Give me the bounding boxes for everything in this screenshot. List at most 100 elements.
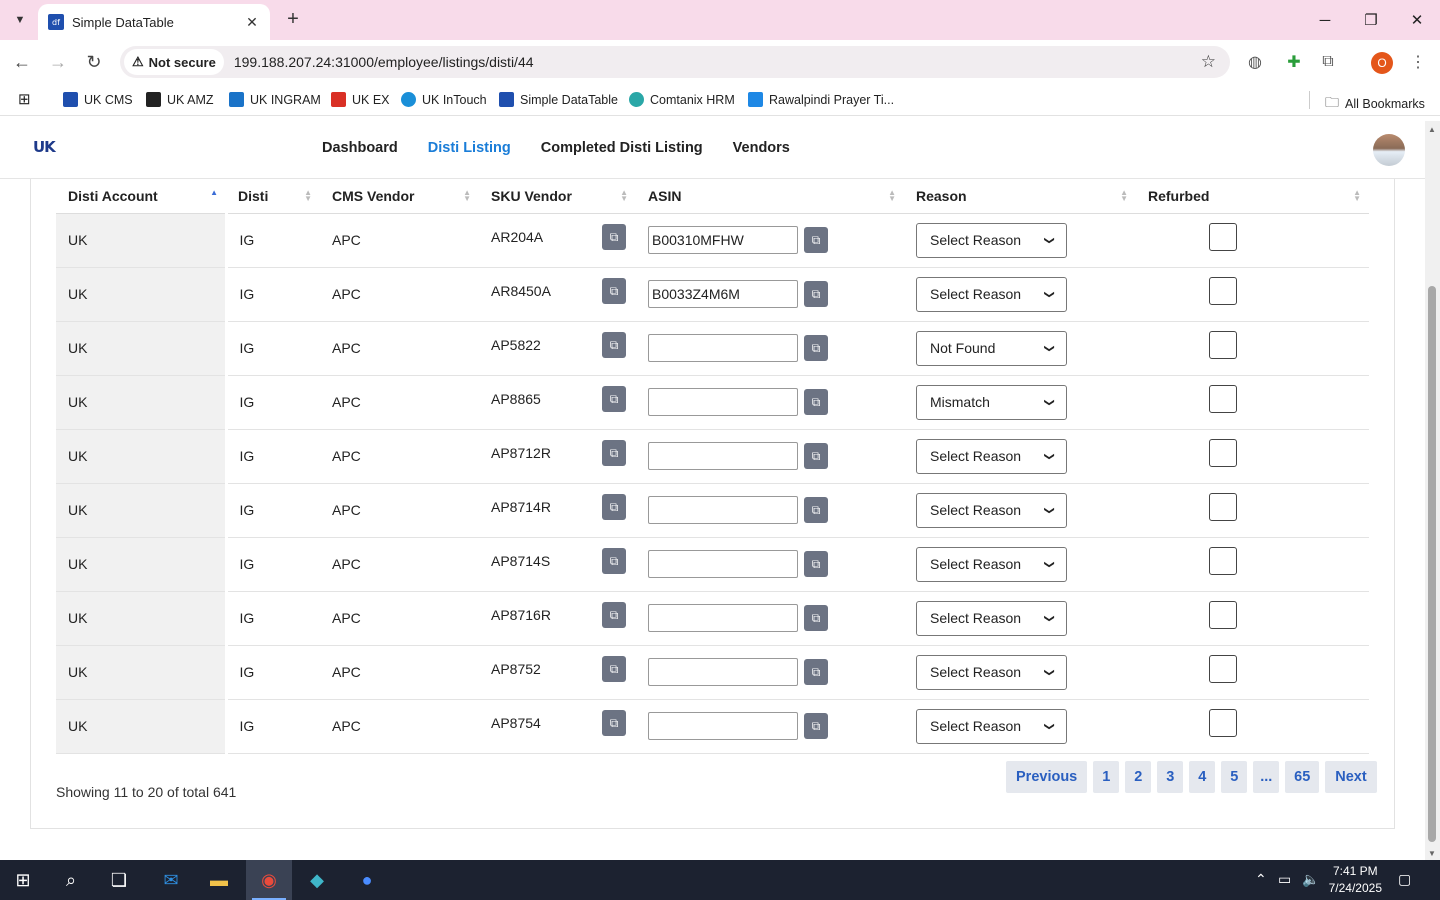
back-icon[interactable]: ← <box>10 50 34 74</box>
reason-select[interactable]: Select Reason ❯ <box>916 708 1067 744</box>
copy-asin-icon[interactable]: ⧉ <box>804 227 828 253</box>
reason-select[interactable]: Select Reason ❯ <box>916 492 1067 528</box>
refurbed-checkbox[interactable] <box>1209 439 1237 467</box>
page-button[interactable]: 4 <box>1189 761 1216 793</box>
copy-sku-icon[interactable]: ⧉ <box>602 278 626 304</box>
page-button[interactable]: 2 <box>1125 761 1152 793</box>
asin-input[interactable] <box>648 388 798 416</box>
close-window-icon[interactable]: ✕ <box>1394 0 1440 40</box>
page-button[interactable]: 1 <box>1093 761 1120 793</box>
copy-asin-icon[interactable]: ⧉ <box>804 551 828 577</box>
refurbed-checkbox[interactable] <box>1209 277 1237 305</box>
volume-muted-icon[interactable]: 🔈 <box>1302 871 1319 888</box>
copy-sku-icon[interactable]: ⧉ <box>602 386 626 412</box>
system-clock[interactable]: 7:41 PM 7/24/2025 <box>1329 863 1382 897</box>
tab-search-dropdown-icon[interactable]: ▼ <box>8 8 32 32</box>
profile-avatar[interactable]: O <box>1371 52 1393 74</box>
task-view-icon[interactable]: ❏ <box>96 860 142 900</box>
minimize-icon[interactable]: ─ <box>1302 0 1348 40</box>
next-page-button[interactable]: Next <box>1325 761 1377 793</box>
refurbed-checkbox[interactable] <box>1209 601 1237 629</box>
start-windows-icon[interactable]: ⊞ <box>0 860 46 900</box>
copy-sku-icon[interactable]: ⧉ <box>602 656 626 682</box>
extension-plus-icon[interactable]: ✚ <box>1284 52 1304 72</box>
nav-disti-listing[interactable]: Disti Listing <box>428 140 511 156</box>
copy-sku-icon[interactable]: ⧉ <box>602 602 626 628</box>
copy-asin-icon[interactable]: ⧉ <box>804 389 828 415</box>
refurbed-checkbox[interactable] <box>1209 709 1237 737</box>
copy-asin-icon[interactable]: ⧉ <box>804 713 828 739</box>
app-diamond-icon[interactable]: ◆ <box>294 860 340 900</box>
network-icon[interactable]: ▭ <box>1278 871 1291 888</box>
asin-input[interactable] <box>648 280 798 308</box>
menu-kebab-icon[interactable]: ⋮ <box>1408 52 1428 72</box>
nav-vendors[interactable]: Vendors <box>733 140 790 156</box>
reason-select[interactable]: Select Reason ❯ <box>916 276 1067 312</box>
page-button[interactable]: 65 <box>1285 761 1320 793</box>
security-chip[interactable]: ⚠ Not secure <box>124 49 224 75</box>
all-bookmarks[interactable]: 🗀 All Bookmarks <box>1325 92 1425 116</box>
reason-select[interactable]: Select Reason ❯ <box>916 438 1067 474</box>
copy-sku-icon[interactable]: ⧉ <box>602 224 626 250</box>
page-scrollbar[interactable]: ▲ ▼ <box>1425 121 1440 860</box>
refurbed-checkbox[interactable] <box>1209 493 1237 521</box>
bookmark-uk-ingram[interactable]: UK INGRAM <box>229 92 321 107</box>
address-bar[interactable]: ⚠ Not secure 199.188.207.24:31000/employ… <box>120 46 1230 78</box>
zoom-icon[interactable]: ● <box>344 860 390 900</box>
maximize-icon[interactable]: ❐ <box>1348 0 1394 40</box>
col-reason[interactable]: Reason ▲ ▼ <box>904 179 1136 214</box>
bookmark-uk-amz[interactable]: UK AMZ <box>146 92 214 107</box>
copy-asin-icon[interactable]: ⧉ <box>804 659 828 685</box>
copy-sku-icon[interactable]: ⧉ <box>602 494 626 520</box>
extensions-puzzle-icon[interactable]: ⧉ <box>1318 52 1338 72</box>
asin-input[interactable] <box>648 604 798 632</box>
copy-asin-icon[interactable]: ⧉ <box>804 335 828 361</box>
copy-sku-icon[interactable]: ⧉ <box>602 548 626 574</box>
file-explorer-icon[interactable]: ▬ <box>196 860 242 900</box>
reason-select[interactable]: Not Found ❯ <box>916 330 1067 366</box>
browser-tab[interactable]: df Simple DataTable ✕ <box>38 4 270 40</box>
nav-completed-disti-listing[interactable]: Completed Disti Listing <box>541 140 703 156</box>
bookmark-star-icon[interactable]: ☆ <box>1201 52 1216 72</box>
copy-asin-icon[interactable]: ⧉ <box>804 605 828 631</box>
scroll-up-icon[interactable]: ▲ <box>1428 125 1436 134</box>
col-refurbed[interactable]: Refurbed ▲ ▼ <box>1136 179 1369 214</box>
asin-input[interactable] <box>648 550 798 578</box>
col-cms-vendor[interactable]: CMS Vendor ▲ ▼ <box>320 179 479 214</box>
col-disti-account[interactable]: Disti Account ▲ <box>56 179 226 214</box>
asin-input[interactable] <box>648 442 798 470</box>
reason-select[interactable]: Select Reason ❯ <box>916 654 1067 690</box>
reason-select[interactable]: Mismatch ❯ <box>916 384 1067 420</box>
refurbed-checkbox[interactable] <box>1209 331 1237 359</box>
page-button[interactable]: 3 <box>1157 761 1184 793</box>
bookmark-uk-intouch[interactable]: UK InTouch <box>401 92 487 107</box>
url-text[interactable]: 199.188.207.24:31000/employee/listings/d… <box>234 54 534 70</box>
copy-asin-icon[interactable]: ⧉ <box>804 281 828 307</box>
asin-input[interactable] <box>648 496 798 524</box>
copy-sku-icon[interactable]: ⧉ <box>602 710 626 736</box>
page-button[interactable]: 5 <box>1221 761 1248 793</box>
reason-select[interactable]: Select Reason ❯ <box>916 546 1067 582</box>
reason-select[interactable]: Select Reason ❯ <box>916 222 1067 258</box>
scroll-down-icon[interactable]: ▼ <box>1428 849 1436 858</box>
nav-dashboard[interactable]: Dashboard <box>322 140 398 156</box>
tray-chevron-icon[interactable]: ⌃ <box>1255 871 1267 888</box>
reload-icon[interactable]: ↻ <box>82 50 106 74</box>
bookmark-rawalpindi-prayer[interactable]: Rawalpindi Prayer Ti... <box>748 92 894 107</box>
copy-asin-icon[interactable]: ⧉ <box>804 497 828 523</box>
asin-input[interactable] <box>648 658 798 686</box>
previous-page-button[interactable]: Previous <box>1006 761 1088 793</box>
apps-grid-icon[interactable]: ⊞ <box>18 90 31 108</box>
chrome-icon[interactable]: ◉ <box>246 860 292 900</box>
refurbed-checkbox[interactable] <box>1209 655 1237 683</box>
uk-logo[interactable]: UK <box>33 138 59 162</box>
col-sku-vendor[interactable]: SKU Vendor ▲ ▼ <box>479 179 636 214</box>
refurbed-checkbox[interactable] <box>1209 223 1237 251</box>
copy-sku-icon[interactable]: ⧉ <box>602 440 626 466</box>
asin-input[interactable] <box>648 712 798 740</box>
copy-sku-icon[interactable]: ⧉ <box>602 332 626 358</box>
outlook-icon[interactable]: ✉ <box>148 860 194 900</box>
new-tab-icon[interactable]: + <box>282 8 304 30</box>
col-disti[interactable]: Disti ▲ ▼ <box>226 179 320 214</box>
bookmark-comtanix-hrm[interactable]: Comtanix HRM <box>629 92 735 107</box>
